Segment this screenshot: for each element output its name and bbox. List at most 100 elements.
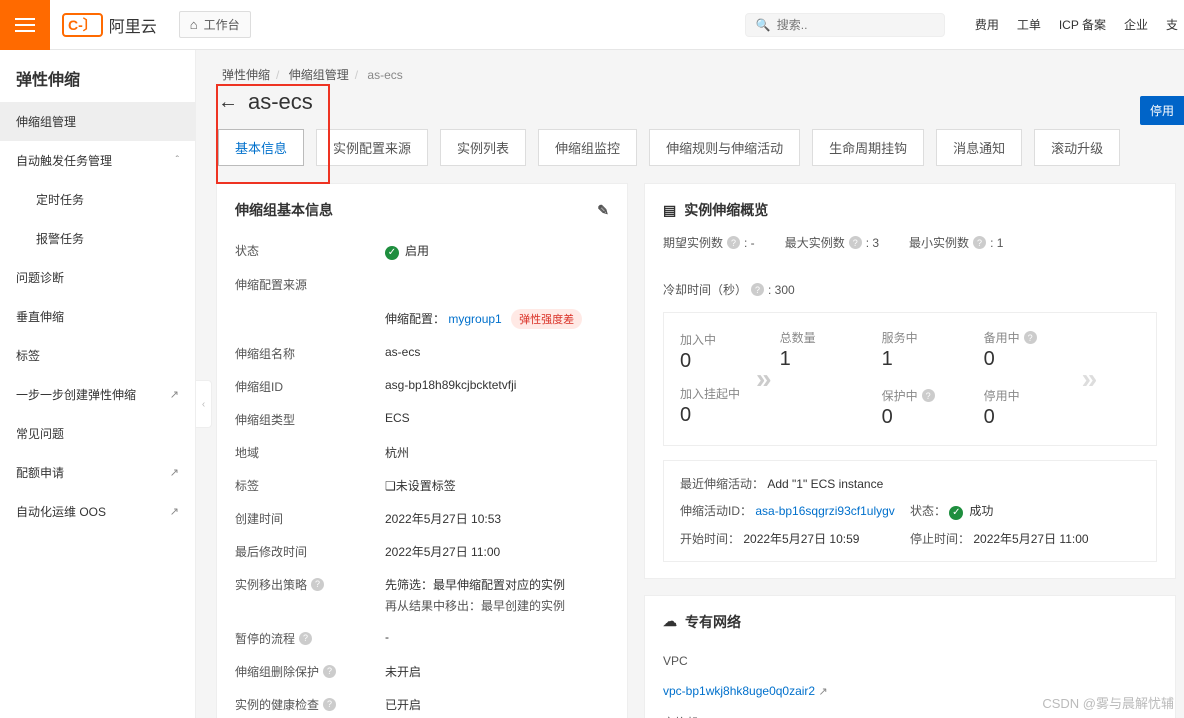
help-icon[interactable]: ? bbox=[1024, 331, 1037, 344]
flow-box: 加入中0 加入挂起中0 » 总数量1 服务中1 备用中 ?0 保护中 ?0 停用… bbox=[663, 312, 1157, 446]
chevron-right-icon: » bbox=[756, 363, 764, 395]
k-pause: 暂停的流程 ? bbox=[235, 630, 385, 647]
search-box[interactable]: 🔍 bbox=[745, 13, 945, 37]
nav-icp[interactable]: ICP 备案 bbox=[1059, 16, 1106, 33]
nav-support[interactable]: 支 bbox=[1166, 16, 1178, 33]
v-tag: ❑未设置标签 bbox=[385, 477, 609, 494]
k-region: 地域 bbox=[235, 444, 385, 461]
stat-joining-hold: 加入挂起中0 bbox=[680, 385, 740, 427]
basic-info-card: 伸缩组基本信息 ✎ 状态 ✓启用 伸缩配置来源 伸缩配置： mygroup1 弹… bbox=[216, 183, 628, 718]
check-icon: ✓ bbox=[385, 246, 399, 260]
help-icon[interactable]: ? bbox=[751, 283, 764, 296]
back-arrow-icon[interactable]: ← bbox=[218, 91, 238, 114]
k-vsw: 交换机 bbox=[663, 714, 699, 718]
nav-ticket[interactable]: 工单 bbox=[1017, 16, 1041, 33]
sidebar-item-alarm[interactable]: 报警任务 bbox=[0, 219, 195, 258]
v-mod: 2022年5月27日 11:00 bbox=[385, 543, 609, 560]
search-icon: 🔍 bbox=[756, 18, 771, 32]
external-icon: ↗ bbox=[170, 505, 179, 518]
help-icon[interactable]: ? bbox=[973, 236, 986, 249]
v-health: 已开启 bbox=[385, 696, 609, 713]
sidebar-item-oos[interactable]: 自动化运维 OOS↗ bbox=[0, 492, 195, 531]
help-icon[interactable]: ? bbox=[849, 236, 862, 249]
sidebar-item-tags[interactable]: 标签 bbox=[0, 336, 195, 375]
search-input[interactable] bbox=[777, 18, 934, 32]
sidebar-item-scheduled[interactable]: 定时任务 bbox=[0, 180, 195, 219]
tab-config-src[interactable]: 实例配置来源 bbox=[316, 129, 428, 166]
v-src-detail: 伸缩配置： mygroup1 弹性强度差 bbox=[385, 309, 609, 329]
main-content: 弹性伸缩/ 伸缩组管理/ as-ecs ← as-ecs 停用 基本信息 实例配… bbox=[212, 50, 1184, 718]
sidebar-collapse-handle[interactable]: ‹ bbox=[196, 380, 212, 428]
external-icon: ↗ bbox=[170, 388, 179, 401]
menu-toggle[interactable] bbox=[0, 0, 50, 50]
stat-standby: 备用中 ?0 bbox=[984, 329, 1066, 371]
sidebar-title: 弹性伸缩 bbox=[0, 50, 195, 102]
tabs: 基本信息 实例配置来源 实例列表 伸缩组监控 伸缩规则与伸缩活动 生命周期挂钩 … bbox=[216, 129, 1176, 167]
strength-badge: 弹性强度差 bbox=[511, 309, 582, 329]
external-icon: ↗ bbox=[170, 466, 179, 479]
sidebar-item-stepwise[interactable]: 一步一步创建弹性伸缩↗ bbox=[0, 375, 195, 414]
aliyun-icon: C-〕 bbox=[62, 13, 103, 37]
chevron-right-icon: » bbox=[1082, 363, 1090, 395]
nav-fee[interactable]: 费用 bbox=[975, 16, 999, 33]
k-mod: 最后修改时间 bbox=[235, 543, 385, 560]
overview-card: ▤实例伸缩概览 期望实例数?: - 最大实例数?: 3 最小实例数?: 1 冷却… bbox=[644, 183, 1176, 579]
brand-logo[interactable]: C-〕 阿里云 bbox=[50, 13, 169, 37]
k-delprot: 伸缩组删除保护 ? bbox=[235, 663, 385, 680]
sidebar-item-scaling-group[interactable]: 伸缩组管理 bbox=[0, 102, 195, 141]
k-vpc: VPC bbox=[663, 654, 688, 668]
tab-rules[interactable]: 伸缩规则与伸缩活动 bbox=[649, 129, 800, 166]
sidebar-item-trigger-tasks[interactable]: 自动触发任务管理ˆ bbox=[0, 141, 195, 180]
config-link[interactable]: mygroup1 bbox=[448, 312, 501, 326]
help-icon[interactable]: ? bbox=[299, 632, 312, 645]
check-icon: ✓ bbox=[949, 506, 963, 520]
k-tag: 标签 bbox=[235, 477, 385, 494]
v-create: 2022年5月27日 10:53 bbox=[385, 510, 609, 527]
stat-max: 最大实例数?: 3 bbox=[785, 234, 879, 251]
breadcrumb: 弹性伸缩/ 伸缩组管理/ as-ecs bbox=[216, 66, 1176, 83]
help-icon[interactable]: ? bbox=[311, 578, 324, 591]
help-icon[interactable]: ? bbox=[727, 236, 740, 249]
stop-button[interactable]: 停用 bbox=[1140, 96, 1184, 125]
nav-ent[interactable]: 企业 bbox=[1124, 16, 1148, 33]
page-title: as-ecs bbox=[248, 89, 313, 115]
sidebar-item-quota[interactable]: 配额申请↗ bbox=[0, 453, 195, 492]
cloud-icon: ☁ bbox=[663, 613, 677, 630]
k-create: 创建时间 bbox=[235, 510, 385, 527]
tab-lifecycle[interactable]: 生命周期挂钩 bbox=[812, 129, 924, 166]
breadcrumb-1[interactable]: 伸缩组管理 bbox=[289, 68, 349, 82]
brand-text: 阿里云 bbox=[109, 13, 157, 37]
v-delprot: 未开启 bbox=[385, 663, 609, 680]
vpc-link[interactable]: vpc-bp1wkj8hk8uge0q0zair2 bbox=[663, 684, 815, 698]
stat-expect: 期望实例数?: - bbox=[663, 234, 755, 251]
v-policy: 先筛选：最早伸缩配置对应的实例 再从结果中移出：最早创建的实例 bbox=[385, 576, 609, 614]
breadcrumb-0[interactable]: 弹性伸缩 bbox=[222, 68, 270, 82]
sidebar-item-diagnose[interactable]: 问题诊断 bbox=[0, 258, 195, 297]
home-icon: ⌂ bbox=[190, 17, 198, 32]
top-bar: C-〕 阿里云 ⌂ 工作台 🔍 费用 工单 ICP 备案 企业 支 bbox=[0, 0, 1184, 50]
stat-inservice: 服务中1 bbox=[882, 329, 964, 371]
k-id: 伸缩组ID bbox=[235, 378, 385, 395]
stat-joining: 加入中0 bbox=[680, 331, 740, 373]
sidebar-item-vertical[interactable]: 垂直伸缩 bbox=[0, 297, 195, 336]
sidebar-item-faq[interactable]: 常见问题 bbox=[0, 414, 195, 453]
k-policy: 实例移出策略 ? bbox=[235, 576, 385, 593]
help-icon[interactable]: ? bbox=[922, 389, 935, 402]
tab-basic[interactable]: 基本信息 bbox=[218, 129, 304, 166]
k-status: 状态 bbox=[235, 242, 385, 259]
edit-icon[interactable]: ✎ bbox=[597, 202, 609, 219]
activity-id-link[interactable]: asa-bp16sqgrzi93cf1ulygv bbox=[755, 504, 894, 518]
tab-notify[interactable]: 消息通知 bbox=[936, 129, 1022, 166]
workspace-button[interactable]: ⌂ 工作台 bbox=[179, 11, 251, 38]
k-name: 伸缩组名称 bbox=[235, 345, 385, 362]
v-pause: - bbox=[385, 630, 609, 644]
tab-rolling[interactable]: 滚动升级 bbox=[1034, 129, 1120, 166]
v-status: ✓启用 bbox=[385, 242, 609, 260]
stat-total: 总数量1 bbox=[780, 329, 862, 371]
external-icon: ↗ bbox=[818, 686, 827, 698]
v-region: 杭州 bbox=[385, 444, 609, 461]
tab-instance-list[interactable]: 实例列表 bbox=[440, 129, 526, 166]
tab-monitor[interactable]: 伸缩组监控 bbox=[538, 129, 637, 166]
help-icon[interactable]: ? bbox=[323, 698, 336, 711]
help-icon[interactable]: ? bbox=[323, 665, 336, 678]
